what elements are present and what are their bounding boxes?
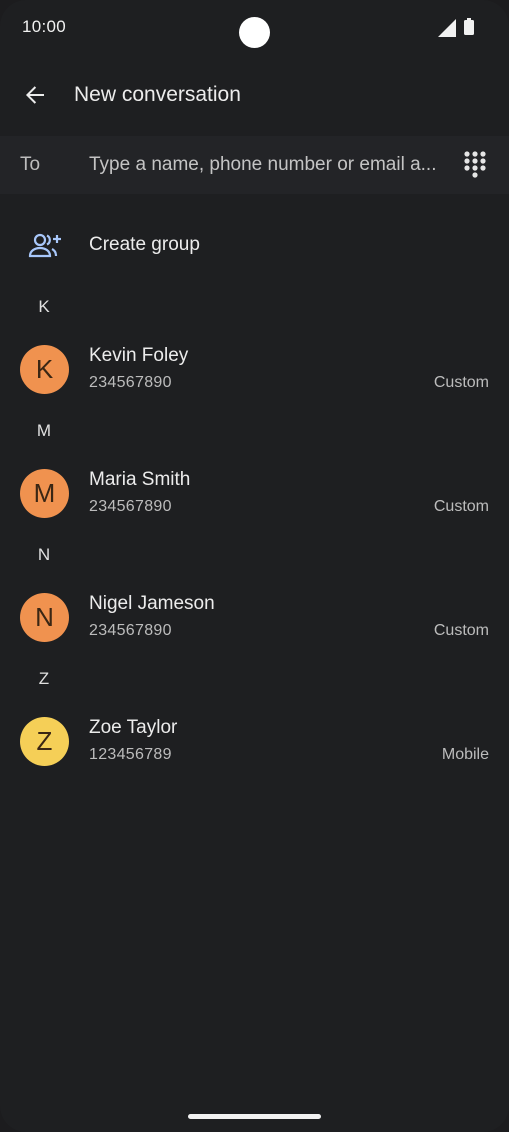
screen: 10:00 New conversation To Type a name, p… [0, 0, 509, 1132]
contact-number: 234567890 [89, 374, 172, 391]
recipient-input[interactable] [89, 149, 444, 181]
recipient-row: To [0, 136, 509, 194]
contact-number-type: Custom [433, 622, 489, 639]
section-header-z: Z [38, 669, 50, 688]
contact-number: 123456789 [89, 746, 172, 763]
contact-name: Maria Smith [89, 469, 191, 490]
contact-item-kevin-foley[interactable]: K Kevin Foley 234567890 Custom [0, 335, 509, 405]
avatar: Z [20, 717, 69, 766]
app-bar: New conversation [0, 60, 509, 132]
home-indicator[interactable] [188, 1114, 321, 1119]
section-header-m: M [36, 421, 52, 440]
avatar: K [20, 345, 69, 394]
contact-item-maria-smith[interactable]: M Maria Smith 234567890 Custom [0, 459, 509, 529]
status-bar: 10:00 [0, 0, 509, 56]
contact-name: Zoe Taylor [89, 717, 178, 738]
contact-number-type: Custom [433, 374, 489, 391]
page-title: New conversation [74, 83, 241, 106]
back-button[interactable] [14, 74, 56, 116]
status-time: 10:00 [22, 17, 67, 36]
avatar: M [20, 469, 69, 518]
section-header-n: N [37, 545, 51, 564]
contact-name: Nigel Jameson [89, 593, 215, 614]
section-header-k: K [38, 297, 50, 316]
contact-number-type: Custom [433, 498, 489, 515]
contact-item-zoe-taylor[interactable]: Z Zoe Taylor 123456789 Mobile [0, 707, 509, 777]
arrow-back-icon [26, 86, 44, 104]
to-label: To [20, 154, 41, 175]
dialpad-icon[interactable] [460, 149, 490, 181]
contact-number: 234567890 [89, 498, 172, 515]
contact-item-nigel-jameson[interactable]: N Nigel Jameson 234567890 Custom [0, 583, 509, 653]
create-group-label: Create group [89, 234, 200, 255]
contact-number: 234567890 [89, 622, 172, 639]
add-group-icon [28, 233, 61, 258]
camera-cutout [239, 17, 270, 48]
battery-icon [464, 18, 474, 35]
signal-icon [438, 19, 456, 37]
contact-name: Kevin Foley [89, 345, 189, 366]
contact-number-type: Mobile [441, 746, 489, 763]
avatar: N [20, 593, 69, 642]
create-group-button[interactable]: Create group [0, 218, 509, 274]
